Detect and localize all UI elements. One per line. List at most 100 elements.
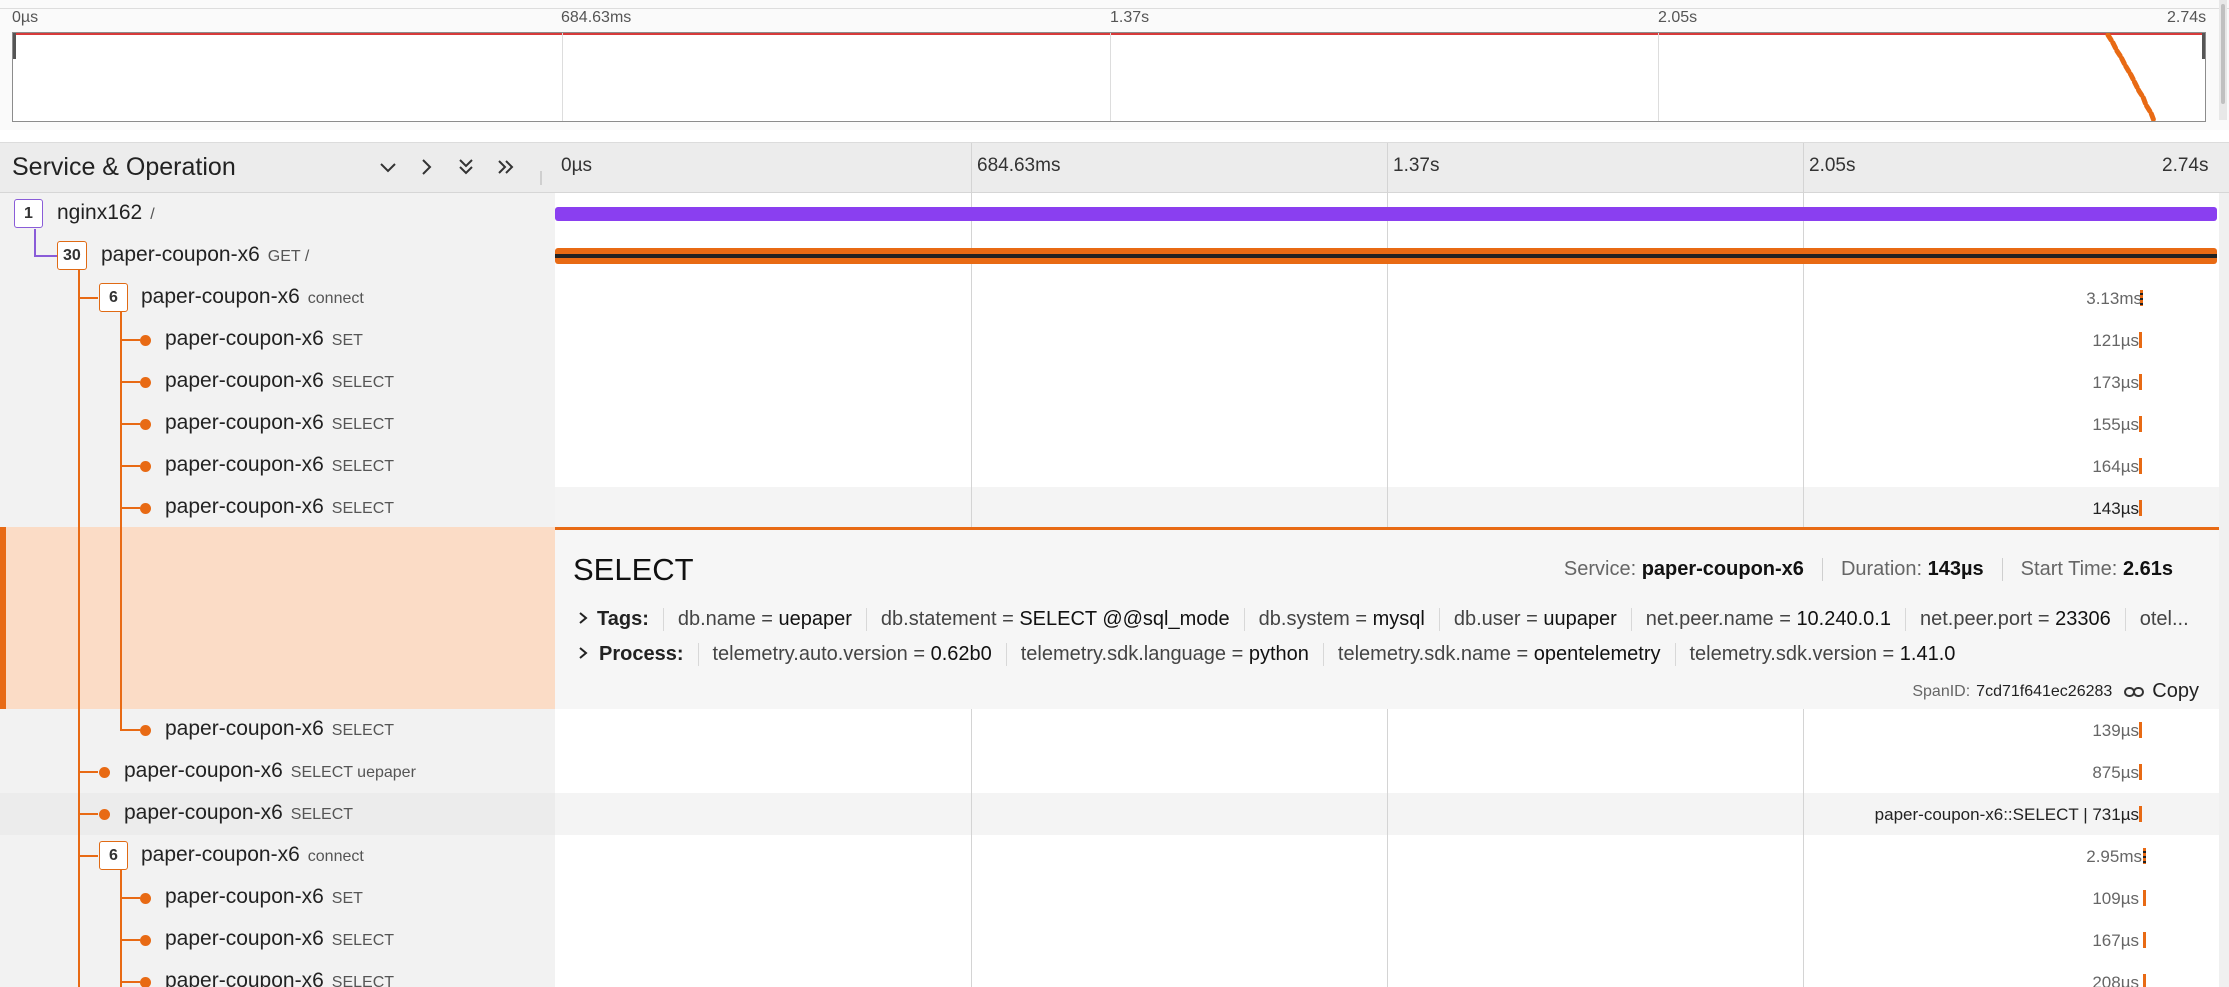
child-count-badge[interactable]: 1 (14, 199, 43, 228)
span-row[interactable]: 6 paper-coupon-x6 connect 3.13ms (0, 277, 2229, 319)
span-row[interactable]: paper-coupon-x6 SELECT uepaper 875µs (0, 751, 2229, 793)
span-row[interactable]: paper-coupon-x6 SELECT 155µs (0, 403, 2229, 445)
span-timeline-cell[interactable]: 173µs (555, 361, 2219, 403)
child-count-badge[interactable]: 6 (99, 841, 128, 870)
span-row-selected[interactable]: paper-coupon-x6 SELECT 143µs (0, 487, 2229, 529)
span-timeline-cell[interactable]: 109µs (555, 877, 2219, 919)
span-duration: 155µs (2092, 415, 2139, 434)
tree-connector (120, 381, 140, 383)
tags-label[interactable]: Tags: (597, 608, 649, 631)
span-timeline-cell[interactable] (555, 235, 2219, 277)
vertical-scrollbar[interactable] (2219, 193, 2229, 987)
span-name-cell[interactable]: 1 nginx162 / (0, 193, 555, 235)
span-bar[interactable] (2139, 332, 2142, 348)
span-timeline-cell[interactable]: 2.95ms (555, 835, 2219, 877)
span-name-cell[interactable]: paper-coupon-x6 SELECT (0, 445, 555, 487)
span-row[interactable]: paper-coupon-x6 SELECT 139µs (0, 709, 2229, 751)
chevron-right-icon[interactable] (577, 608, 589, 631)
span-row[interactable]: paper-coupon-x6 SELECT 173µs (0, 361, 2229, 403)
copy-label[interactable]: Copy (2152, 680, 2199, 703)
span-name-cell[interactable]: paper-coupon-x6 SELECT (0, 709, 555, 751)
child-count-badge[interactable]: 30 (57, 241, 87, 270)
span-bar[interactable] (2139, 416, 2142, 432)
operation-label: connect (307, 848, 364, 865)
span-timeline-cell[interactable]: 208µs (555, 961, 2219, 987)
span-bar[interactable] (2139, 374, 2142, 390)
span-row[interactable]: 1 nginx162 / (0, 193, 2229, 235)
span-timeline-cell[interactable]: paper-coupon-x6::SELECT | 731µs (555, 793, 2219, 835)
span-timeline-cell[interactable]: 155µs (555, 403, 2219, 445)
span-name-cell[interactable]: paper-coupon-x6 SET (0, 877, 555, 919)
span-row[interactable]: paper-coupon-x6 SELECT paper-coupon-x6::S… (0, 793, 2229, 835)
process-label[interactable]: Process: (599, 643, 684, 666)
span-timeline-cell[interactable]: 121µs (555, 319, 2219, 361)
span-name-cell[interactable]: paper-coupon-x6 SET (0, 319, 555, 361)
span-name-cell[interactable]: paper-coupon-x6 SELECT uepaper (0, 751, 555, 793)
span-name-cell[interactable]: 6 paper-coupon-x6 connect (0, 277, 555, 319)
span-timeline-cell[interactable] (555, 193, 2219, 235)
span-name-cell[interactable]: 30 paper-coupon-x6 GET / (0, 229, 555, 277)
span-name-cell[interactable]: 6 paper-coupon-x6 connect (0, 835, 555, 877)
copy-span-id-button[interactable]: Copy (2124, 680, 2199, 703)
span-row[interactable]: 30 paper-coupon-x6 GET / (0, 229, 2229, 277)
detail-start-label: Start Time: (2020, 558, 2118, 580)
span-duration: 121µs (2092, 331, 2139, 350)
span-timeline-cell[interactable]: 875µs (555, 751, 2219, 793)
span-bar-root[interactable] (555, 207, 2217, 221)
span-timeline-cell[interactable]: 143µs (555, 487, 2219, 529)
span-bar[interactable] (2140, 290, 2143, 306)
span-bar[interactable] (2139, 764, 2142, 780)
span-bar[interactable] (2143, 974, 2146, 987)
timeline-gridline (1387, 277, 1388, 319)
chevron-right-icon[interactable] (577, 643, 591, 666)
span-timeline-cell[interactable]: 3.13ms (555, 277, 2219, 319)
span-timeline-cell[interactable]: 139µs (555, 709, 2219, 751)
expand-all-button[interactable] (490, 151, 522, 183)
span-name-cell[interactable]: paper-coupon-x6 SELECT (0, 793, 555, 835)
trace-minimap[interactable]: 0µs 684.63ms 1.37s 2.05s 2.74s (0, 0, 2229, 130)
tree-connector (120, 729, 140, 731)
span-bar[interactable] (2139, 806, 2142, 822)
timeline-gridline (1387, 445, 1388, 487)
span-name-cell[interactable]: paper-coupon-x6 SELECT (0, 961, 555, 987)
leaf-node-icon (140, 977, 151, 987)
minimap-canvas[interactable] (12, 32, 2206, 122)
timeline-tick: 1.37s (1393, 155, 1440, 176)
process-section[interactable]: Process: telemetry.auto.version = 0.62b0… (577, 643, 2197, 666)
operation-label: SELECT (331, 974, 395, 987)
collapse-all-button[interactable] (450, 151, 482, 183)
span-name-cell[interactable]: paper-coupon-x6 SELECT (0, 403, 555, 445)
span-service-name: paper-coupon-x6 connect (141, 843, 364, 867)
minimap-scrollbar[interactable] (2219, 0, 2227, 120)
tree-connector (78, 319, 80, 361)
collapse-one-button[interactable] (372, 151, 404, 183)
tree-connector (120, 527, 122, 709)
selection-indicator (0, 527, 6, 709)
span-bar[interactable] (2143, 890, 2146, 906)
span-name-cell[interactable]: paper-coupon-x6 SELECT (0, 919, 555, 961)
tree-connector (120, 423, 140, 425)
span-name-cell[interactable]: paper-coupon-x6 SELECT (0, 487, 555, 529)
span-bar[interactable] (2139, 458, 2142, 474)
span-row[interactable]: paper-coupon-x6 SELECT 208µs (0, 961, 2229, 987)
span-bar[interactable] (2139, 500, 2142, 516)
span-row[interactable]: paper-coupon-x6 SET 121µs (0, 319, 2229, 361)
span-bar[interactable] (2143, 848, 2146, 864)
span-bar[interactable] (2143, 932, 2146, 948)
tree-connector (34, 255, 58, 257)
span-id-value: 7cd71f641ec26283 (1976, 682, 2113, 700)
span-row[interactable]: paper-coupon-x6 SELECT 167µs (0, 919, 2229, 961)
span-row[interactable]: 6 paper-coupon-x6 connect 2.95ms (0, 835, 2229, 877)
expand-one-button[interactable] (410, 151, 442, 183)
span-name-cell[interactable]: paper-coupon-x6 SELECT (0, 361, 555, 403)
span-row[interactable]: paper-coupon-x6 SET 109µs (0, 877, 2229, 919)
span-bar[interactable] (2139, 722, 2142, 738)
span-bar[interactable] (555, 248, 2217, 264)
tags-section[interactable]: Tags: db.name = uepaper db.statement = S… (577, 608, 2197, 631)
tree-connector (34, 229, 36, 257)
child-count-badge[interactable]: 6 (99, 283, 128, 312)
span-timeline-cell[interactable]: 167µs (555, 919, 2219, 961)
span-timeline-cell[interactable]: 164µs (555, 445, 2219, 487)
column-resizer[interactable] (540, 171, 542, 185)
span-row[interactable]: paper-coupon-x6 SELECT 164µs (0, 445, 2229, 487)
